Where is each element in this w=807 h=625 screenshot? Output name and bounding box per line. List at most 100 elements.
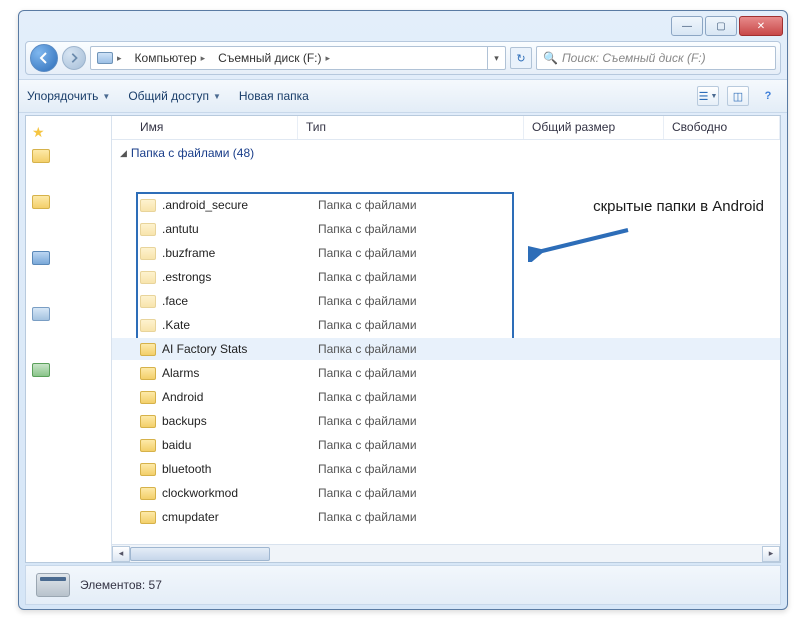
- table-row[interactable]: .KateПапка с файлами: [112, 314, 780, 336]
- file-name: Alarms: [162, 366, 318, 380]
- folder-icon: [140, 199, 156, 212]
- file-type: Папка с файлами: [318, 246, 417, 260]
- folder-icon: [140, 247, 156, 260]
- file-type: Папка с файлами: [318, 390, 417, 404]
- folder-icon: [140, 463, 156, 476]
- file-type: Папка с файлами: [318, 366, 417, 380]
- table-row[interactable]: .antutuПапка с файлами: [112, 218, 780, 240]
- file-type: Папка с файлами: [318, 198, 417, 212]
- file-list-pane: Имя Тип Общий размер Свободно ◢ Папка с …: [112, 116, 780, 562]
- file-name: cmupdater: [162, 510, 318, 524]
- table-row[interactable]: .android_secureПапка с файлами: [112, 194, 780, 216]
- chevron-down-icon: ▼: [102, 92, 110, 101]
- search-input[interactable]: 🔍 Поиск: Съемный диск (F:): [536, 46, 776, 70]
- file-type: Папка с файлами: [318, 222, 417, 236]
- scroll-thumb[interactable]: [130, 547, 270, 561]
- file-name: .antutu: [162, 222, 318, 236]
- column-headers: Имя Тип Общий размер Свободно: [112, 116, 780, 140]
- file-name: bluetooth: [162, 462, 318, 476]
- chevron-right-icon: ▸: [326, 53, 331, 64]
- column-free[interactable]: Свободно: [664, 116, 780, 139]
- table-row[interactable]: AlarmsПапка с файлами: [112, 362, 780, 384]
- column-name[interactable]: Имя: [132, 116, 298, 139]
- breadcrumb[interactable]: ▸ Компьютер▸ Съемный диск (F:)▸ ▾: [90, 46, 506, 70]
- help-button[interactable]: ?: [757, 86, 779, 106]
- scroll-right-button[interactable]: ▸: [762, 546, 780, 562]
- share-menu[interactable]: Общий доступ▼: [128, 89, 221, 103]
- file-type: Папка с файлами: [318, 510, 417, 524]
- new-folder-button[interactable]: Новая папка: [239, 89, 309, 103]
- group-header[interactable]: ◢ Папка с файлами (48): [112, 140, 780, 164]
- file-type: Папка с файлами: [318, 462, 417, 476]
- folder-icon: [140, 511, 156, 524]
- folder-icon: [140, 367, 156, 380]
- table-row[interactable]: baiduПапка с файлами: [112, 434, 780, 456]
- collapse-icon: ◢: [120, 148, 127, 159]
- back-button[interactable]: [30, 44, 58, 72]
- search-placeholder: Поиск: Съемный диск (F:): [562, 51, 706, 65]
- organize-menu[interactable]: Упорядочить▼: [27, 89, 110, 103]
- chevron-down-icon: ▼: [710, 93, 717, 100]
- file-name: .android_secure: [162, 198, 318, 212]
- folder-icon: [140, 343, 156, 356]
- folder-icon: [140, 439, 156, 452]
- panel-icon: ◫: [733, 90, 743, 103]
- folder-icon: [140, 487, 156, 500]
- file-name: .buzframe: [162, 246, 318, 260]
- folder-icon: [140, 223, 156, 236]
- explorer-window: — ▢ ✕ ▸ Компьютер▸ Съемный диск (F:)▸ ▾ …: [18, 10, 788, 610]
- view-options-button[interactable]: ☰▼: [697, 86, 719, 106]
- preview-pane-button[interactable]: ◫: [727, 86, 749, 106]
- chevron-down-icon: ▼: [213, 92, 221, 101]
- folder-icon: [32, 149, 50, 163]
- table-row[interactable]: .buzframeПапка с файлами: [112, 242, 780, 264]
- nav-bar: ▸ Компьютер▸ Съемный диск (F:)▸ ▾ ↻ 🔍 По…: [25, 41, 781, 75]
- file-list: скрытые папки в Android .android_secureП…: [112, 164, 780, 562]
- column-size[interactable]: Общий размер: [524, 116, 664, 139]
- table-row[interactable]: .estrongsПапка с файлами: [112, 266, 780, 288]
- file-name: AI Factory Stats: [162, 342, 318, 356]
- file-name: Android: [162, 390, 318, 404]
- horizontal-scrollbar[interactable]: ◂ ▸: [112, 544, 780, 562]
- table-row[interactable]: bluetoothПапка с файлами: [112, 458, 780, 480]
- table-row[interactable]: AI Factory StatsПапка с файлами: [112, 338, 780, 360]
- file-name: backups: [162, 414, 318, 428]
- table-row[interactable]: cmupdaterПапка с файлами: [112, 506, 780, 528]
- drive-icon: [36, 573, 70, 597]
- folder-icon: [32, 195, 50, 209]
- column-type[interactable]: Тип: [298, 116, 524, 139]
- titlebar: — ▢ ✕: [19, 11, 787, 41]
- file-name: .face: [162, 294, 318, 308]
- chevron-right-icon: ▸: [117, 53, 122, 64]
- close-button[interactable]: ✕: [739, 16, 783, 36]
- library-icon: [32, 251, 50, 265]
- navigation-pane[interactable]: ★: [26, 116, 112, 562]
- table-row[interactable]: .faceПапка с файлами: [112, 290, 780, 312]
- file-name: clockworkmod: [162, 486, 318, 500]
- folder-icon: [140, 271, 156, 284]
- network-icon: [32, 363, 50, 377]
- maximize-button[interactable]: ▢: [705, 16, 737, 36]
- table-row[interactable]: clockworkmodПапка с файлами: [112, 482, 780, 504]
- scroll-track[interactable]: [130, 546, 762, 562]
- file-type: Папка с файлами: [318, 270, 417, 284]
- folder-icon: [140, 391, 156, 404]
- file-type: Папка с файлами: [318, 318, 417, 332]
- table-row[interactable]: AndroidПапка с файлами: [112, 386, 780, 408]
- forward-button[interactable]: [62, 46, 86, 70]
- file-type: Папка с файлами: [318, 486, 417, 500]
- file-type: Папка с файлами: [318, 414, 417, 428]
- file-name: .estrongs: [162, 270, 318, 284]
- toolbar: Упорядочить▼ Общий доступ▼ Новая папка ☰…: [19, 79, 787, 113]
- list-icon: ☰: [699, 90, 709, 103]
- table-row[interactable]: backupsПапка с файлами: [112, 410, 780, 432]
- breadcrumb-dropdown[interactable]: ▾: [487, 47, 505, 69]
- scroll-left-button[interactable]: ◂: [112, 546, 130, 562]
- breadcrumb-seg-drive[interactable]: Съемный диск (F:): [218, 51, 321, 65]
- arrow-left-icon: [37, 51, 51, 65]
- drive-icon: [97, 52, 113, 64]
- refresh-button[interactable]: ↻: [510, 47, 532, 69]
- breadcrumb-seg-computer[interactable]: Компьютер: [135, 51, 197, 65]
- minimize-button[interactable]: —: [671, 16, 703, 36]
- folder-icon: [140, 295, 156, 308]
